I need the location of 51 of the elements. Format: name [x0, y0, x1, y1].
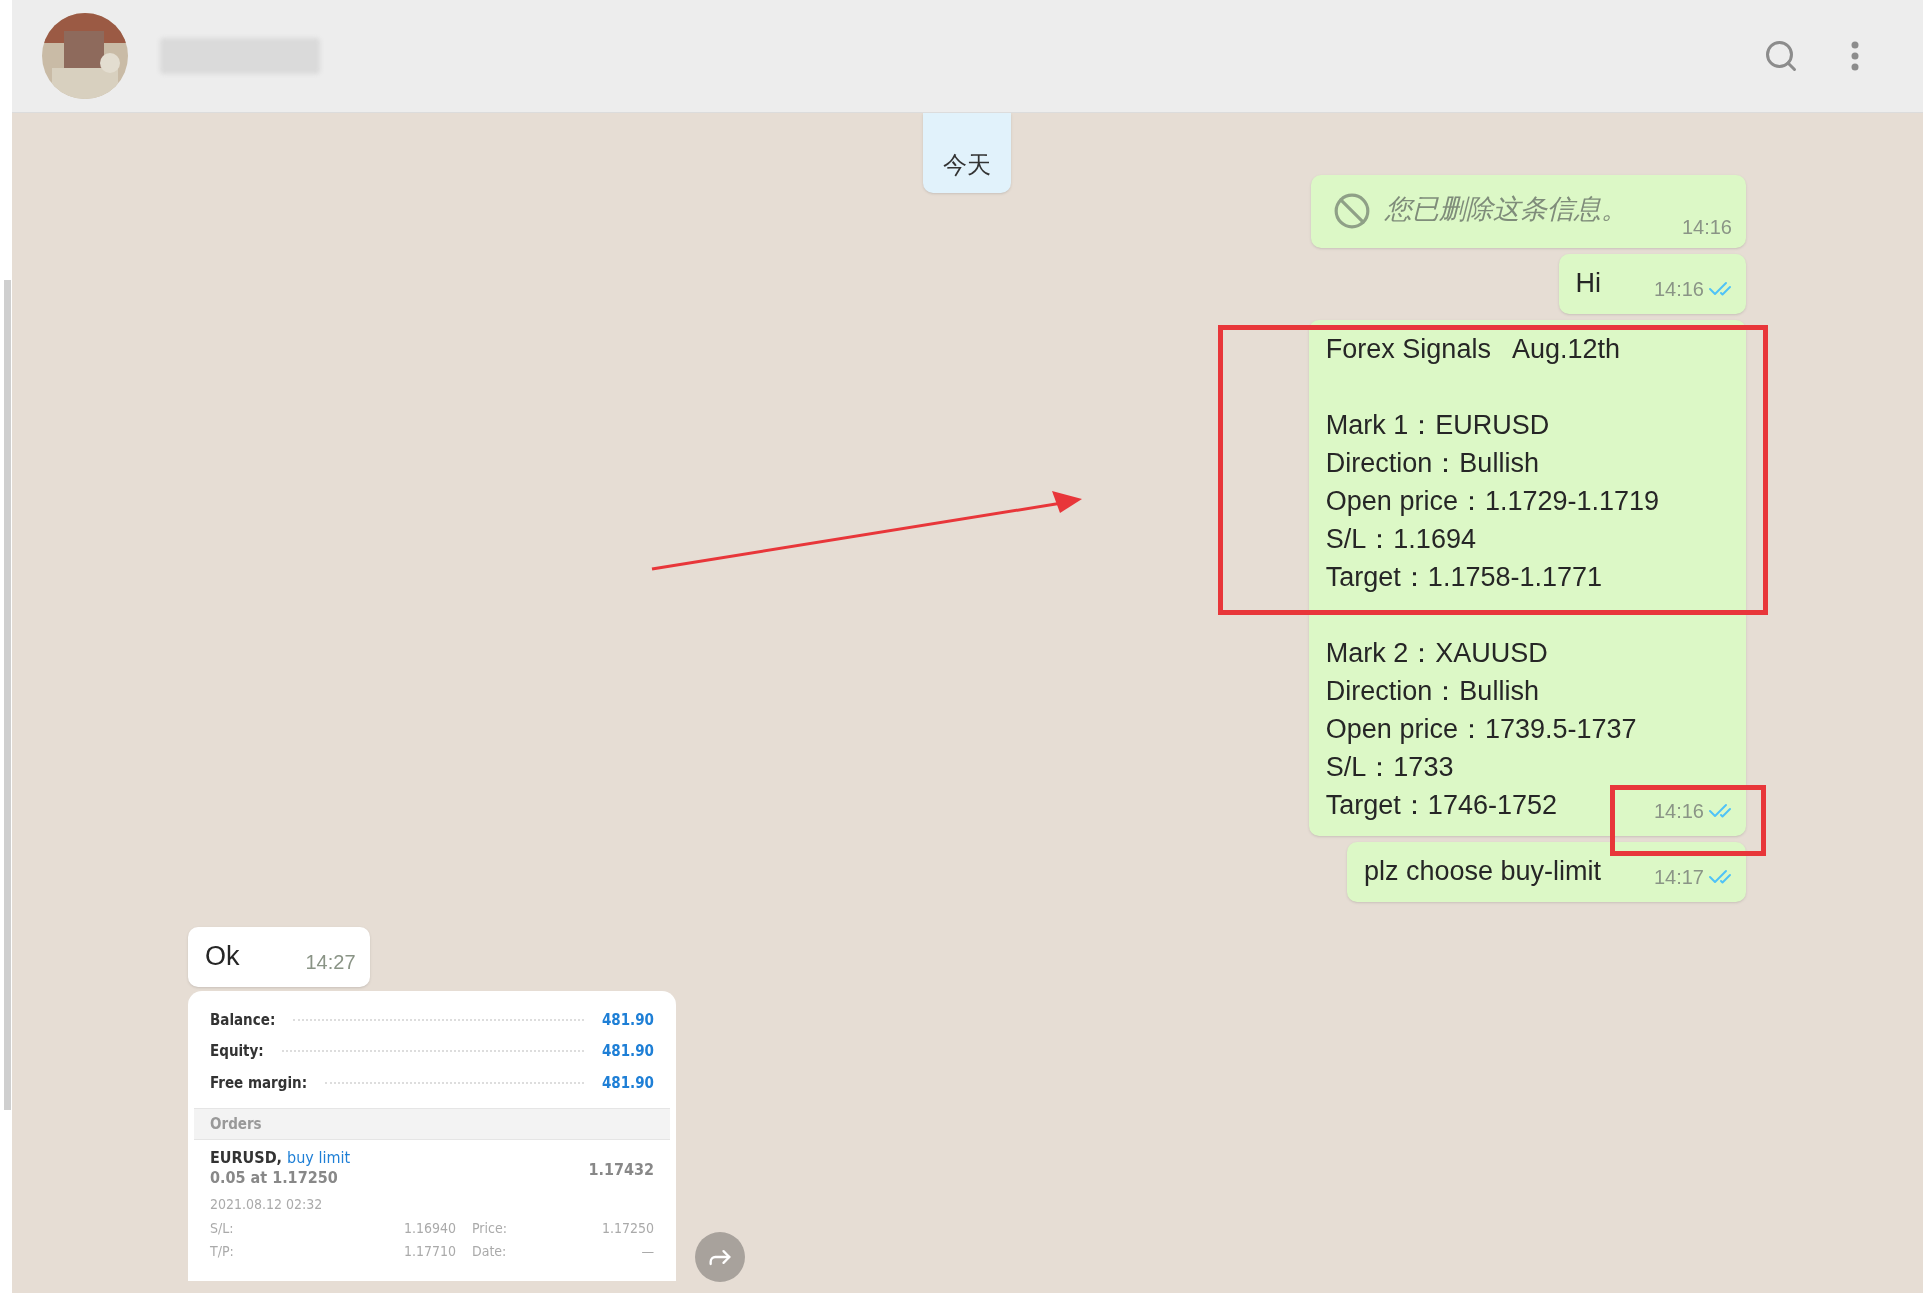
message-bubble[interactable]: plz choose buy-limit 14:17: [1346, 841, 1746, 902]
account-value: 481.90: [601, 1041, 654, 1062]
date-chip: 今天: [923, 113, 1011, 193]
section-header: Orders: [194, 1108, 670, 1140]
message-bubble[interactable]: Forex Signals Aug.12th Mark 1：EURUSD Direction：Bullish Open price：1.1729-1.1719 S/L：1.1694 Target：1.1758-1.1771 Mark 2：XAUUSD Direction：Bullish Open price：1739.5-1737 S/L：1733 Target：1746-1752 14:16: [1308, 319, 1746, 836]
message-text: Open price：1.1729-1.1719: [1325, 484, 1660, 518]
message-time: 14:16: [1653, 798, 1704, 824]
account-value: 481.90: [601, 1072, 654, 1094]
message-time: 14:16: [1681, 214, 1732, 240]
message-time: 14:17: [1653, 864, 1704, 890]
field-label: Price:: [472, 1219, 507, 1238]
message-bubble[interactable]: Hi 14:16: [1558, 253, 1746, 314]
message-text: Target：1746-1752: [1325, 788, 1557, 822]
deleted-icon: [1332, 191, 1371, 230]
message-bubble[interactable]: Ok 14:27: [188, 926, 370, 987]
message-text: Hi: [1575, 266, 1601, 300]
field-label: Date:: [472, 1242, 507, 1261]
account-label: Free margin:: [210, 1072, 308, 1094]
field-value: 1.17250: [601, 1219, 654, 1238]
field-label: T/P:: [210, 1242, 235, 1261]
message-text: Target：1.1758-1.1771: [1325, 560, 1603, 594]
forward-button[interactable]: [695, 1232, 745, 1282]
message-time: 14:27: [305, 949, 356, 975]
field-value: 1.17710: [403, 1242, 456, 1261]
account-value: 481.90: [601, 1009, 654, 1031]
order-date: 2021.08.12 02:32: [210, 1195, 324, 1214]
scrollbar[interactable]: [4, 280, 11, 1110]
message-text: Forex Signals Aug.12th: [1325, 332, 1620, 366]
account-label: Balance:: [210, 1009, 276, 1031]
shared-screenshot[interactable]: Balance: 481.90 Equity: 481.90 Free margin: 481.90 Orders EURUSD, buy limit 0.05 at 1.17250 1.17432 2021.08.12 02:32 S/L: 1.16940 Price: 1.17250 T/P: 1.17710 Date: —: [188, 990, 676, 1281]
field-value: —: [641, 1242, 654, 1261]
order-type: buy limit: [287, 1148, 351, 1168]
message-text: S/L：1733: [1325, 750, 1454, 784]
message-time: 14:16: [1653, 276, 1704, 302]
message-text: Direction：Bullish: [1325, 674, 1539, 708]
order-volume: 0.05 at 1.17250: [210, 1168, 339, 1188]
field-value: 1.16940: [403, 1219, 456, 1238]
message-text: Mark 2：XAUUSD: [1325, 636, 1548, 670]
message-text: Ok: [205, 939, 240, 973]
order-symbol: EURUSD,: [210, 1148, 283, 1168]
message-text: S/L：1.1694: [1325, 522, 1476, 556]
search-icon: [1763, 38, 1799, 74]
message-text: Open price：1739.5-1737: [1325, 712, 1637, 746]
message-text: Direction：Bullish: [1325, 446, 1539, 480]
current-price: 1.17432: [588, 1159, 654, 1181]
message-text: 您已删除这条信息。: [1384, 193, 1628, 226]
account-label: Equity:: [210, 1041, 264, 1062]
menu-icon: [1851, 41, 1859, 71]
field-label: S/L:: [210, 1219, 235, 1238]
message-text: Mark 1：EURUSD: [1325, 408, 1550, 442]
message-text: plz choose buy-limit: [1363, 854, 1601, 888]
